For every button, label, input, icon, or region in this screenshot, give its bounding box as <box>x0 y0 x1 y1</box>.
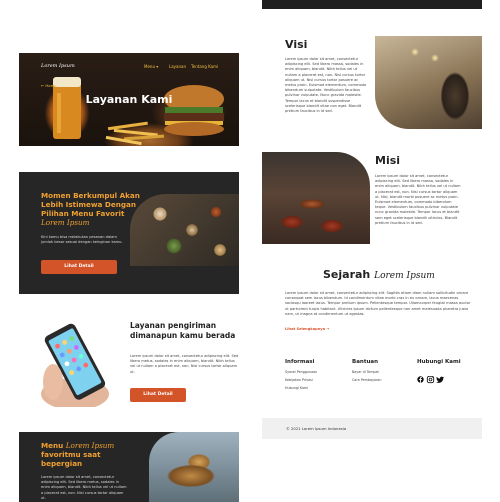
restaurant-interior-image <box>375 36 482 129</box>
twitter-icon[interactable] <box>436 376 445 383</box>
hero-banner: Lorem Ipsum Menu ▾ Layanan Tentang Kami … <box>19 53 239 146</box>
sejarah-heading-script: Lorem Ipsum <box>374 271 435 281</box>
momen-section: Momen Berkumpul Akan Lebih Istimewa Deng… <box>19 172 239 294</box>
restaurant-dining-image <box>262 152 370 244</box>
visi-heading: Visi <box>285 38 308 51</box>
footer-link-pembayaran[interactable]: Cara Pembayaran <box>352 378 381 382</box>
momen-detail-button[interactable]: Lihat Detail <box>41 260 117 274</box>
footer-informasi-title: Informasi <box>285 359 315 365</box>
footer-hubungi-title: Hubungi Kami <box>417 359 461 365</box>
food-spread-image <box>130 194 239 266</box>
visi-text: Lorem ipsum dolor sit amet, consectetur … <box>285 57 367 114</box>
sejarah-heading-text: Sejarah <box>323 268 371 281</box>
momen-heading-script: Lorem Ipsum <box>41 218 90 227</box>
page-title: Layanan Kami <box>85 93 173 106</box>
menu-section: Menu Lorem Ipsum favoritmu saat bepergia… <box>19 432 239 502</box>
footer-link-cod[interactable]: Bayar di Tempat <box>352 370 379 374</box>
misi-heading: Misi <box>375 154 401 167</box>
momen-heading-text: Momen Berkumpul Akan Lebih Istimewa Deng… <box>41 191 140 218</box>
footer-link-hubungi[interactable]: Hubungi Kami <box>285 386 308 390</box>
layanan-text: Lorem ipsum dolor sit amet, consectetur … <box>130 354 239 374</box>
burger-box-image <box>149 432 239 502</box>
menu-text: Lorem ipsum dolor sit amet, consectetur … <box>41 475 127 500</box>
fries-image <box>105 121 165 146</box>
facebook-icon[interactable] <box>417 376 424 383</box>
sejarah-heading: Sejarah Lorem Ipsum <box>323 268 435 281</box>
sejarah-text: Lorem ipsum dolor sit amet, consectetur … <box>285 291 471 316</box>
menu-heading: Menu Lorem Ipsum favoritmu saat bepergia… <box>41 441 131 468</box>
smartphone-icon <box>41 323 109 407</box>
logo[interactable]: Lorem Ipsum <box>41 63 75 69</box>
momen-text: Kini kamu bisa melakukan pesanan dalam j… <box>41 235 123 245</box>
breadcrumb-home[interactable]: ← Home <box>41 83 57 88</box>
nav-tentang-kami[interactable]: Tentang Kami <box>191 64 218 69</box>
nav-layanan[interactable]: Layanan <box>169 64 186 69</box>
footer-link-privasi[interactable]: Kebijakan Privasi <box>285 378 313 382</box>
footer-link-syarat[interactable]: Syarat Penggunaan <box>285 370 317 374</box>
footer-bantuan-title: Bantuan <box>352 359 378 365</box>
momen-heading: Momen Berkumpul Akan Lebih Istimewa Deng… <box>41 191 141 227</box>
phone-in-hand-image <box>35 322 115 407</box>
nav-menu-dropdown[interactable]: Menu ▾ <box>144 64 158 69</box>
top-image-strip <box>262 0 482 9</box>
copyright-text: © 2021 Lorem Ipsum Indonesia <box>286 426 347 431</box>
layanan-heading: Layanan pengiriman dimanapun kamu berada <box>130 321 236 340</box>
menu-heading-script: Lorem Ipsum <box>65 441 115 450</box>
copyright-bar: © 2021 Lorem Ipsum Indonesia <box>262 418 482 439</box>
social-icons <box>417 369 449 388</box>
menu-heading-prefix: Menu <box>41 441 64 450</box>
misi-text: Lorem ipsum dolor sit amet, consectetur … <box>375 174 461 225</box>
layanan-detail-button[interactable]: Lihat Detail <box>130 388 186 402</box>
instagram-icon[interactable] <box>426 375 435 384</box>
menu-heading-suffix: favoritmu saat bepergian <box>41 450 101 468</box>
sejarah-more-link[interactable]: Lihat Selengkapnya → <box>285 327 329 331</box>
